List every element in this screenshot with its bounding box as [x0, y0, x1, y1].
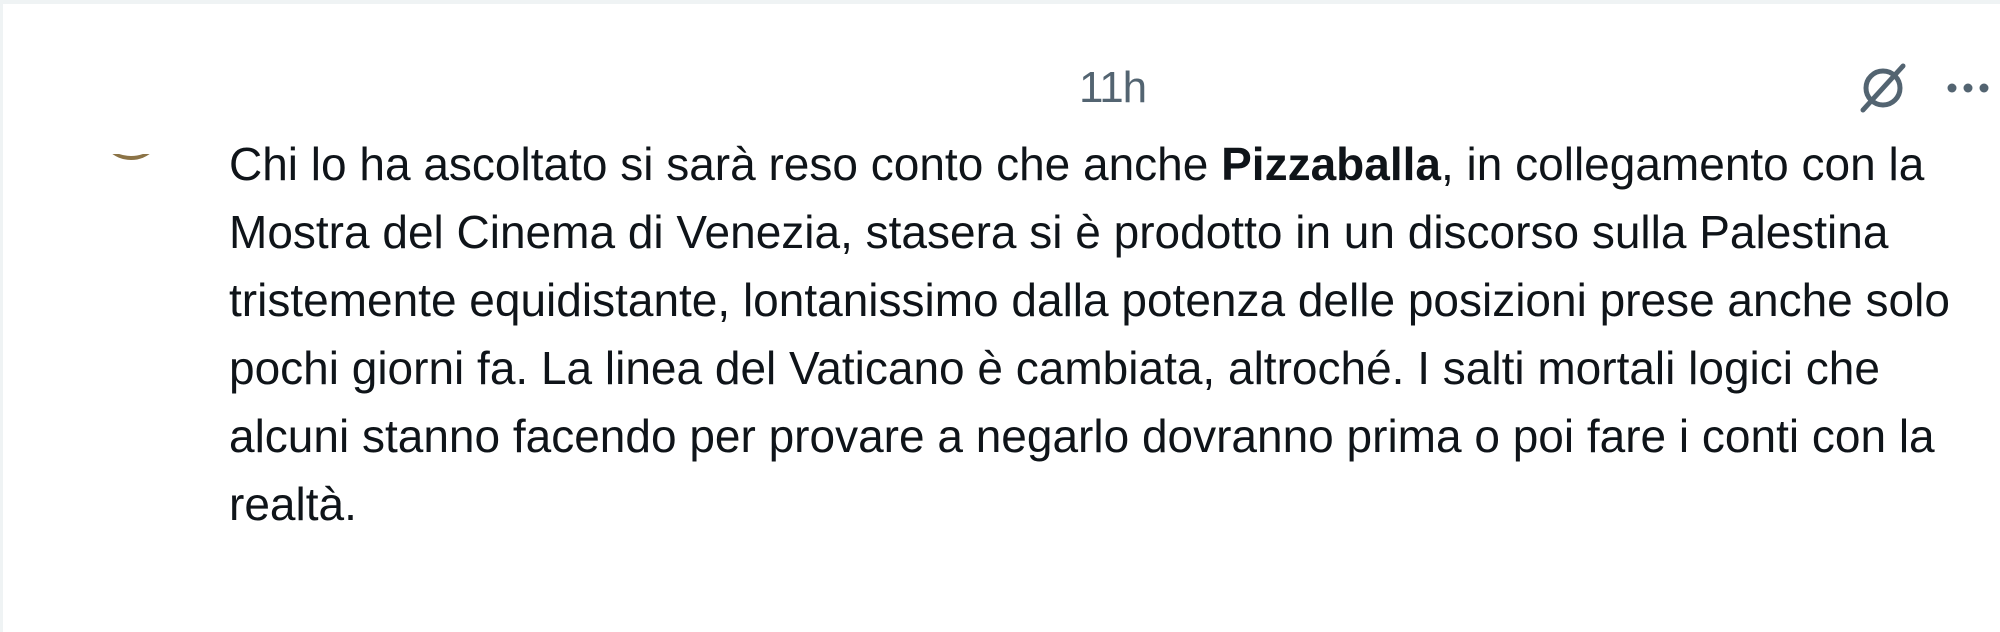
- post-text-segment: , in collegamento con la Mostra del Cine…: [229, 138, 1950, 530]
- avatar[interactable]: [99, 154, 163, 160]
- mention-pizzaballa: Pizzaballa: [1221, 138, 1441, 190]
- post-card[interactable]: 11h Chi lo ha ascoltato si sarà reso con…: [0, 0, 2000, 632]
- more-options-button[interactable]: [1947, 64, 2000, 112]
- grok-icon: [1860, 63, 1906, 113]
- grok-button[interactable]: [1853, 58, 1913, 118]
- post-text-segment: Chi lo ha ascoltato si sarà reso conto c…: [229, 138, 1222, 190]
- more-horizontal-icon: [1947, 83, 1989, 93]
- post-timestamp[interactable]: 11h: [1079, 60, 1147, 116]
- post-text: Chi lo ha ascoltato si sarà reso conto c…: [229, 130, 1989, 538]
- avatar-container[interactable]: [99, 154, 163, 194]
